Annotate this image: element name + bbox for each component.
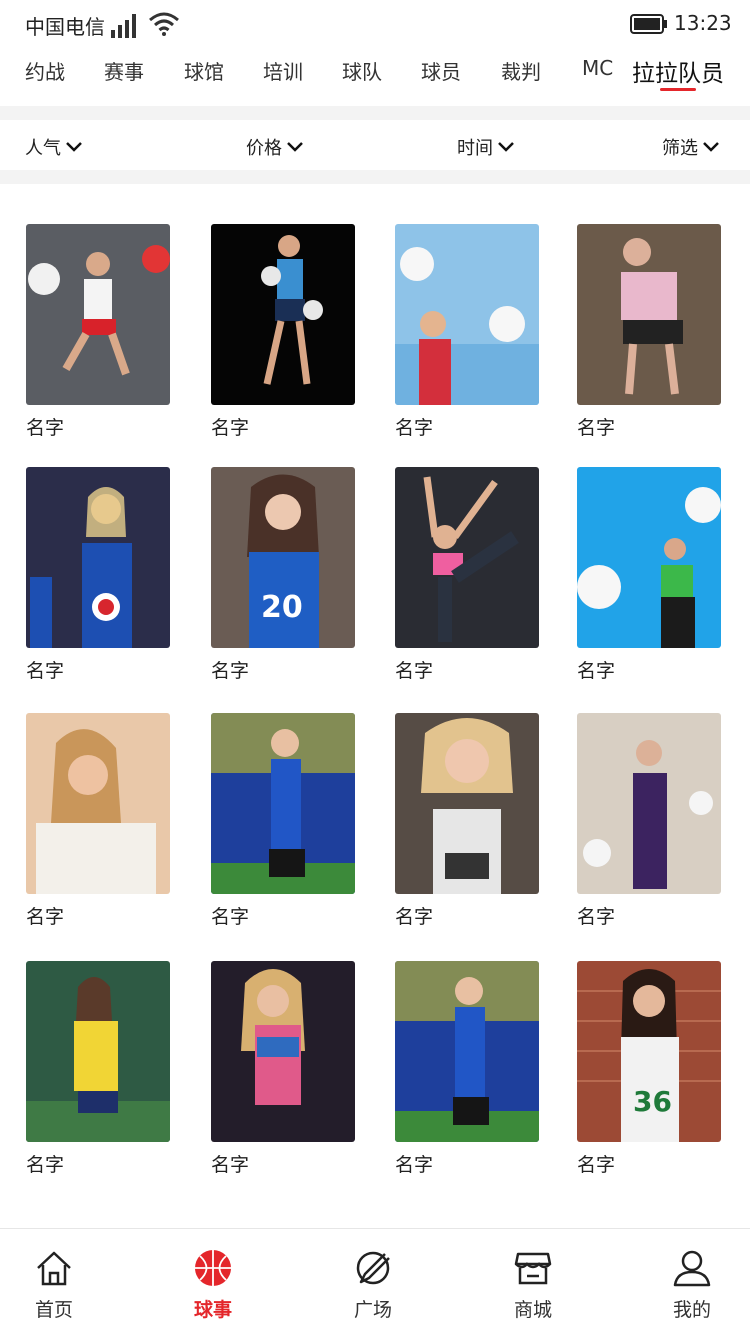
cheerleader-card[interactable]: 名字 <box>26 224 170 440</box>
nav-home[interactable]: 首页 <box>14 1247 94 1322</box>
cheerleader-name: 名字 <box>26 660 65 682</box>
carrier-name: 中国电信 <box>25 15 105 39</box>
tab-qiuguan[interactable]: 球馆 <box>184 56 224 85</box>
cheerleader-card[interactable]: 名字 <box>26 467 170 683</box>
nav-label: 我的 <box>672 1299 711 1321</box>
basketball-icon <box>195 1250 231 1286</box>
cheerleader-card[interactable]: 名字 <box>26 713 170 929</box>
divider <box>0 106 750 120</box>
cheerleader-photo <box>577 467 721 648</box>
chevron-down-icon <box>498 142 514 152</box>
filter-label: 筛选 <box>662 138 698 159</box>
status-bar: 中国电信 13:23 <box>0 0 750 48</box>
nav-label: 首页 <box>34 1299 73 1321</box>
tab-yuezhan[interactable]: 约战 <box>25 56 65 85</box>
cheerleader-card[interactable]: 名字 <box>395 467 539 683</box>
tab-qiudui[interactable]: 球队 <box>342 56 382 85</box>
wifi-icon <box>148 12 180 40</box>
cheerleader-photo <box>395 224 539 405</box>
chevron-down-icon <box>703 142 719 152</box>
cheerleader-name: 名字 <box>211 417 250 439</box>
cheerleader-photo: 20 <box>211 467 355 648</box>
cheerleader-name: 名字 <box>577 906 616 928</box>
svg-text:20: 20 <box>261 590 303 625</box>
filter-label: 价格 <box>246 138 282 159</box>
tab-mc[interactable]: MC <box>582 56 613 80</box>
cheerleader-photo <box>577 713 721 894</box>
cheerleader-name: 名字 <box>26 906 65 928</box>
cheerleader-photo <box>26 713 170 894</box>
tab-qiuyuan[interactable]: 球员 <box>421 56 461 85</box>
cheerleader-photo <box>211 224 355 405</box>
cheerleader-card[interactable]: 名字 <box>395 961 539 1177</box>
cheerleader-name: 名字 <box>395 417 434 439</box>
category-tabs: 约战 赛事 球馆 培训 球队 球员 裁判 MC 拉拉队员 <box>0 48 750 106</box>
filter-more[interactable]: 筛选 <box>662 134 720 160</box>
cheerleader-card[interactable]: 名字 <box>577 713 721 929</box>
cheerleader-photo <box>395 467 539 648</box>
cheerleader-card[interactable]: 名字 <box>395 224 539 440</box>
cheerleader-card[interactable]: 名字 <box>395 713 539 929</box>
clock: 13:23 <box>674 11 732 35</box>
nav-plaza[interactable]: 广场 <box>333 1247 413 1322</box>
nav-store[interactable]: 商城 <box>493 1247 573 1322</box>
active-tab-indicator <box>660 88 696 91</box>
cheerleader-card[interactable]: 20 名字 <box>211 467 355 683</box>
chevron-down-icon <box>287 142 303 152</box>
filter-bar: 人气 价格 时间 筛选 <box>0 120 750 170</box>
cheerleader-photo: 36 <box>577 961 721 1142</box>
filter-popularity[interactable]: 人气 <box>25 134 83 160</box>
cheerleader-name: 名字 <box>26 1154 65 1176</box>
cheerleader-name: 名字 <box>395 660 434 682</box>
store-icon <box>514 1252 552 1285</box>
cheerleader-card[interactable]: 名字 <box>211 713 355 929</box>
cheerleader-card[interactable]: 名字 <box>577 224 721 440</box>
cheerleader-name: 名字 <box>395 1154 434 1176</box>
cheerleader-photo <box>577 224 721 405</box>
home-icon <box>37 1251 71 1286</box>
filter-label: 时间 <box>457 138 493 159</box>
battery-icon <box>630 14 668 38</box>
filter-label: 人气 <box>25 138 61 159</box>
filter-time[interactable]: 时间 <box>457 134 515 160</box>
cheerleader-name: 名字 <box>577 660 616 682</box>
nav-profile[interactable]: 我的 <box>652 1247 732 1322</box>
user-icon <box>673 1250 711 1287</box>
nav-label: 广场 <box>353 1299 392 1321</box>
divider <box>0 170 750 184</box>
filter-price[interactable]: 价格 <box>246 134 304 160</box>
cheerleader-name: 名字 <box>211 1154 250 1176</box>
nav-label: 商城 <box>513 1299 552 1321</box>
tab-caipan[interactable]: 裁判 <box>501 56 541 85</box>
cheerleader-card[interactable]: 名字 <box>211 961 355 1177</box>
bottom-nav: 首页 球事 广场 商城 我的 <box>0 1228 750 1335</box>
cheerleader-photo <box>26 961 170 1142</box>
chevron-down-icon <box>66 142 82 152</box>
cheerleader-name: 名字 <box>211 906 250 928</box>
cheerleader-photo <box>211 961 355 1142</box>
cheerleader-name: 名字 <box>26 417 65 439</box>
cheerleader-photo <box>26 467 170 648</box>
cheerleader-name: 名字 <box>577 1154 616 1176</box>
svg-text:36: 36 <box>633 1085 672 1118</box>
tab-cheerleaders[interactable]: 拉拉队员 <box>632 54 724 88</box>
cheerleader-photo <box>211 713 355 894</box>
cheerleader-card[interactable]: 36 名字 <box>577 961 721 1177</box>
cheerleader-card[interactable]: 名字 <box>211 224 355 440</box>
tab-peixun[interactable]: 培训 <box>263 56 303 85</box>
cheerleader-photo <box>395 713 539 894</box>
nav-label: 球事 <box>193 1299 232 1321</box>
cheerleader-name: 名字 <box>577 417 616 439</box>
cheerleader-photo <box>395 961 539 1142</box>
cheerleader-card[interactable]: 名字 <box>26 961 170 1177</box>
cheerleader-name: 名字 <box>211 660 250 682</box>
cheerleader-photo <box>26 224 170 405</box>
cheerleader-card[interactable]: 名字 <box>577 467 721 683</box>
cheerleader-name: 名字 <box>395 906 434 928</box>
tab-saishi[interactable]: 赛事 <box>104 56 144 85</box>
signal-icon <box>110 12 140 42</box>
nav-events[interactable]: 球事 <box>173 1247 253 1322</box>
compass-icon <box>356 1251 390 1285</box>
